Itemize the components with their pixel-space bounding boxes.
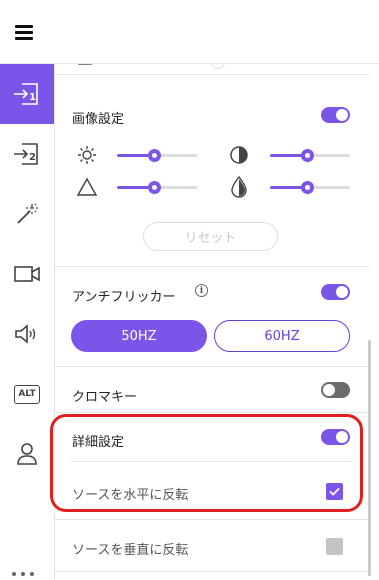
anti-flicker-toggle[interactable]	[321, 284, 350, 300]
advanced-settings-title: 詳細設定	[72, 435, 125, 450]
alt-text-icon: ALT	[14, 384, 40, 404]
chroma-key-title: クロマキー	[72, 390, 138, 405]
contrast-icon	[230, 146, 248, 164]
chroma-key-toggle[interactable]	[321, 382, 350, 398]
image-settings-title: 画像設定	[72, 112, 125, 127]
top-bar	[0, 0, 379, 64]
speaker-icon	[15, 324, 36, 344]
saturation-slider[interactable]	[270, 180, 350, 194]
contrast-slider[interactable]	[270, 148, 350, 162]
magic-wand-icon	[17, 203, 38, 224]
reset-button[interactable]: リセット	[143, 222, 278, 251]
divider	[71, 461, 353, 462]
sidebar-item-camera[interactable]	[0, 244, 54, 304]
saturation-icon	[231, 176, 247, 198]
divider	[55, 571, 369, 572]
image-settings-toggle[interactable]	[321, 107, 350, 123]
svg-text:2: 2	[29, 152, 36, 163]
flip-horizontal-label: ソースを水平に反転	[72, 488, 189, 503]
hamburger-menu-icon[interactable]	[15, 25, 33, 40]
svg-text:1: 1	[29, 92, 36, 103]
brightness-icon	[78, 146, 96, 164]
sidebar-item-audio[interactable]	[0, 304, 54, 364]
anti-flicker-title: アンチフリッカー	[72, 290, 176, 305]
camera-icon	[14, 266, 40, 282]
more-options-icon[interactable]	[12, 572, 34, 576]
flip-vertical-checkbox[interactable]	[326, 538, 343, 555]
divider	[55, 366, 369, 367]
brightness-slider[interactable]	[117, 148, 197, 162]
checkmark-icon	[329, 487, 340, 496]
anti-flicker-60hz-button[interactable]: 60HZ	[214, 320, 350, 352]
flip-vertical-label: ソースを垂直に反転	[72, 543, 189, 558]
scrollbar[interactable]	[368, 340, 371, 576]
divider	[55, 266, 369, 267]
source-1-icon: 1	[14, 83, 38, 105]
info-icon[interactable]: i	[195, 284, 208, 297]
sidebar-item-user[interactable]	[0, 424, 54, 484]
sidebar-item-alt[interactable]: ALT	[0, 364, 54, 424]
advanced-settings-toggle[interactable]	[321, 429, 350, 445]
sharpness-icon	[77, 178, 97, 196]
flip-horizontal-checkbox[interactable]	[326, 483, 343, 500]
anti-flicker-50hz-button[interactable]: 50HZ	[71, 320, 207, 352]
sidebar-item-source-2[interactable]: 2	[0, 124, 54, 184]
cropped-item-icon	[78, 64, 92, 65]
divider	[55, 519, 369, 520]
user-icon	[17, 443, 37, 465]
source-2-icon: 2	[14, 143, 38, 165]
settings-panel: 画像設定 リセット アンチフリッカー i 50HZ 60HZ クロマキー 詳細設…	[55, 64, 379, 580]
sidebar-item-source-1[interactable]: 1	[0, 64, 54, 124]
sidebar: 1 2 ALT	[0, 64, 55, 580]
sharpness-slider[interactable]	[117, 180, 197, 194]
divider	[55, 74, 369, 75]
cropped-slider-thumb	[211, 64, 225, 69]
sidebar-item-effects[interactable]	[0, 184, 54, 244]
divider	[55, 412, 369, 413]
